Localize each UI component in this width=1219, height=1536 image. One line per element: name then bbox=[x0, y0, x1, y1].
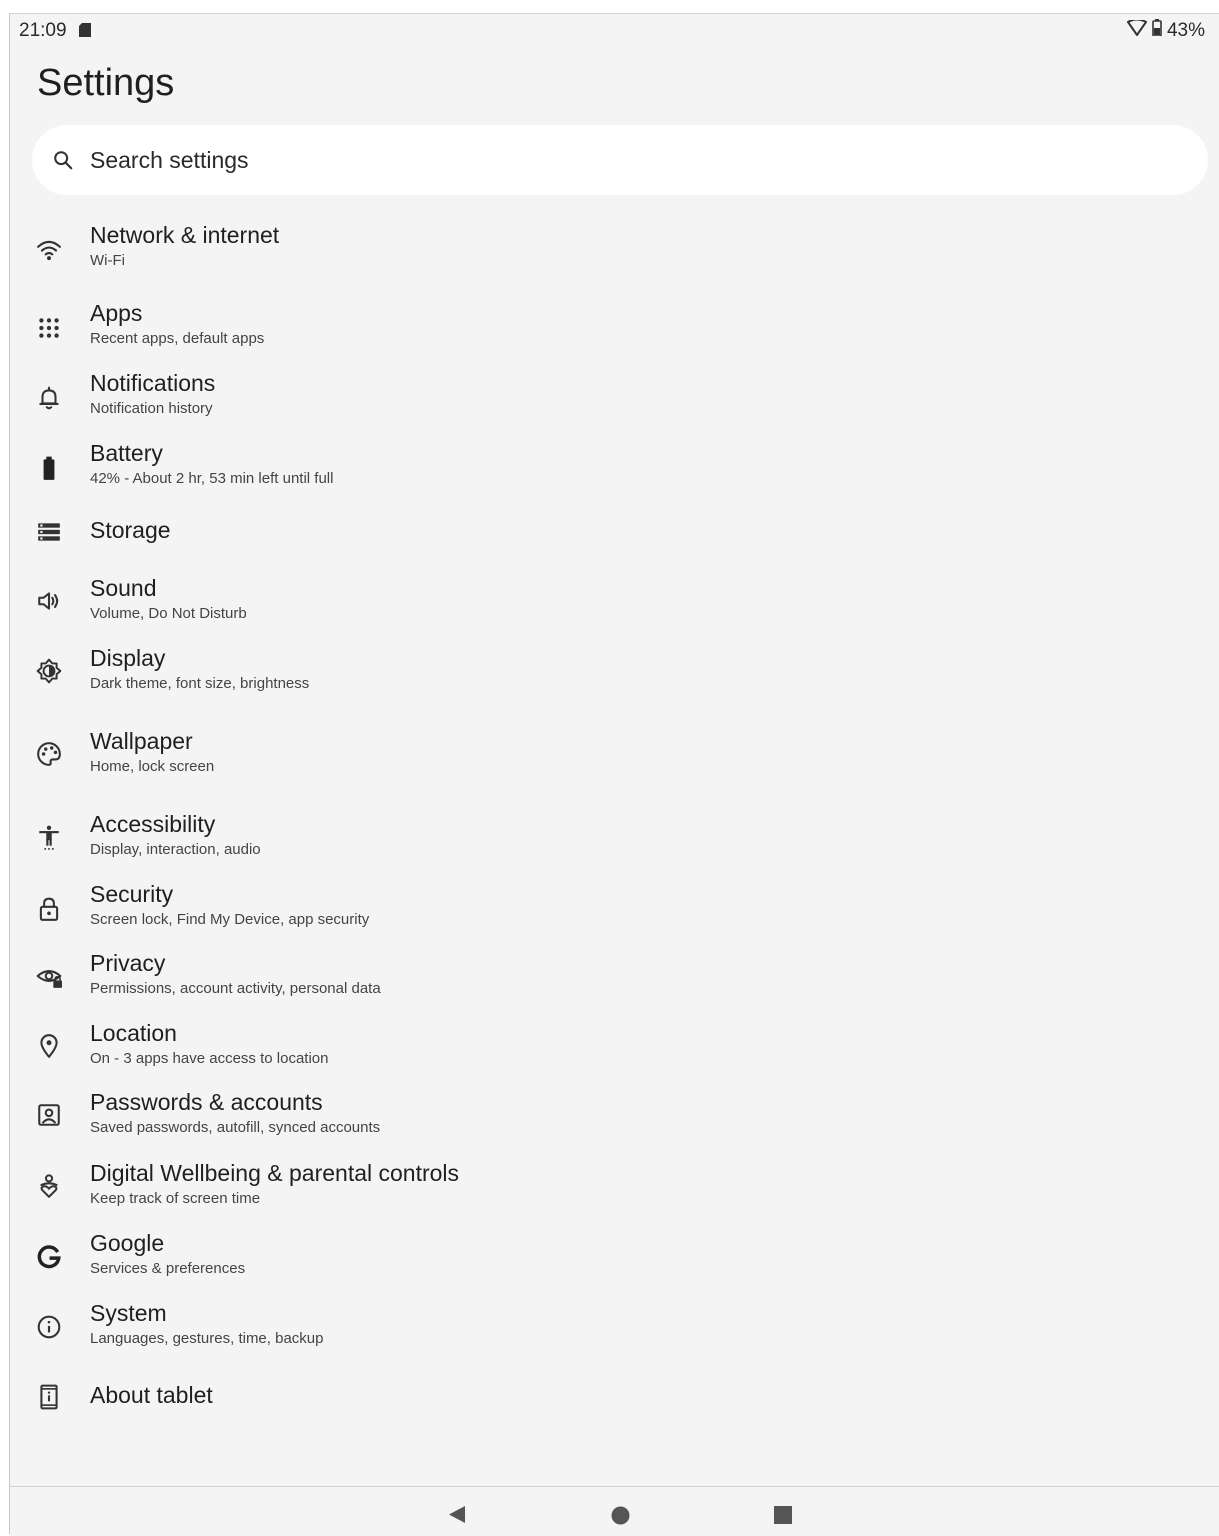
settings-item-storage[interactable]: Storage bbox=[10, 514, 1219, 550]
item-title: Digital Wellbeing & parental controls bbox=[90, 1160, 460, 1186]
bell-icon bbox=[36, 385, 62, 411]
item-title: Apps bbox=[90, 300, 143, 326]
item-summary: Screen lock, Find My Device, app securit… bbox=[90, 911, 370, 928]
item-summary: 42% - About 2 hr, 53 min left until full bbox=[90, 470, 334, 487]
settings-item-about[interactable]: About tablet bbox=[10, 1379, 1219, 1415]
item-title: Display bbox=[90, 645, 166, 671]
item-summary: Wi-Fi bbox=[90, 252, 125, 269]
settings-item-google[interactable]: Google Services & preferences bbox=[10, 1227, 1219, 1291]
item-summary: Notification history bbox=[90, 400, 213, 417]
palette-icon bbox=[36, 741, 62, 767]
wifi-icon bbox=[36, 237, 62, 263]
settings-item-sound[interactable]: Sound Volume, Do Not Disturb bbox=[10, 572, 1219, 636]
wellbeing-icon bbox=[36, 1173, 62, 1199]
location-pin-icon bbox=[36, 1033, 62, 1059]
item-title: Privacy bbox=[90, 950, 166, 976]
settings-item-battery[interactable]: Battery 42% - About 2 hr, 53 min left un… bbox=[10, 437, 1219, 501]
sd-card-icon bbox=[79, 23, 91, 42]
item-summary: Keep track of screen time bbox=[90, 1190, 261, 1207]
item-summary: Languages, gestures, time, backup bbox=[90, 1330, 324, 1347]
item-summary: Home, lock screen bbox=[90, 758, 215, 775]
battery-icon bbox=[36, 455, 62, 481]
search-icon bbox=[54, 151, 73, 170]
item-title: Location bbox=[90, 1020, 177, 1046]
item-summary: Dark theme, font size, brightness bbox=[90, 675, 310, 692]
wifi-status-icon bbox=[1126, 18, 1147, 42]
account-box-icon bbox=[36, 1102, 62, 1128]
settings-screen: 21:09 43% Settings Network & intern bbox=[9, 13, 1219, 1536]
speaker-icon bbox=[36, 588, 62, 614]
eye-lock-icon bbox=[36, 963, 62, 989]
page-title: Settings bbox=[37, 62, 175, 104]
item-summary: Services & preferences bbox=[90, 1260, 246, 1277]
item-summary: On - 3 apps have access to location bbox=[90, 1050, 329, 1067]
item-title: Passwords & accounts bbox=[90, 1089, 323, 1115]
settings-item-network[interactable]: Network & internet Wi-Fi bbox=[10, 219, 1219, 283]
back-icon[interactable] bbox=[448, 1505, 466, 1529]
recents-icon[interactable] bbox=[774, 1506, 792, 1529]
item-title: Battery bbox=[90, 440, 163, 466]
settings-item-accounts[interactable]: Passwords & accounts Saved passwords, au… bbox=[10, 1086, 1219, 1150]
storage-icon bbox=[36, 519, 62, 545]
info-icon bbox=[36, 1314, 62, 1340]
battery-status-icon bbox=[1152, 19, 1162, 42]
item-summary: Permissions, account activity, personal … bbox=[90, 980, 381, 997]
settings-item-notifications[interactable]: Notifications Notification history bbox=[10, 367, 1219, 431]
item-title: System bbox=[90, 1300, 167, 1326]
search-bar[interactable] bbox=[32, 125, 1208, 195]
item-title: Google bbox=[90, 1230, 165, 1256]
settings-item-system[interactable]: System Languages, gestures, time, backup bbox=[10, 1297, 1219, 1361]
google-g-icon bbox=[36, 1244, 62, 1270]
item-summary: Display, interaction, audio bbox=[90, 841, 261, 858]
settings-item-privacy[interactable]: Privacy Permissions, account activity, p… bbox=[10, 947, 1219, 1011]
item-title: Network & internet bbox=[90, 222, 280, 248]
accessibility-icon bbox=[36, 824, 62, 850]
item-title: Storage bbox=[90, 517, 171, 543]
settings-item-display[interactable]: Display Dark theme, font size, brightnes… bbox=[10, 642, 1219, 706]
battery-percent: 43% bbox=[1166, 19, 1205, 41]
tablet-info-icon bbox=[36, 1384, 62, 1410]
settings-item-wallpaper[interactable]: Wallpaper Home, lock screen bbox=[10, 725, 1219, 789]
lock-icon bbox=[36, 896, 62, 922]
status-time: 21:09 bbox=[19, 20, 67, 41]
item-title: Security bbox=[90, 881, 174, 907]
settings-item-apps[interactable]: Apps Recent apps, default apps bbox=[10, 297, 1219, 361]
item-summary: Recent apps, default apps bbox=[90, 330, 265, 347]
navigation-bar bbox=[10, 1486, 1219, 1536]
settings-item-wellbeing[interactable]: Digital Wellbeing & parental controls Ke… bbox=[10, 1157, 1219, 1221]
item-title: Sound bbox=[90, 575, 157, 601]
apps-grid-icon bbox=[36, 315, 62, 341]
settings-item-security[interactable]: Security Screen lock, Find My Device, ap… bbox=[10, 878, 1219, 942]
settings-item-accessibility[interactable]: Accessibility Display, interaction, audi… bbox=[10, 808, 1219, 872]
item-title: Accessibility bbox=[90, 811, 216, 837]
brightness-icon bbox=[36, 658, 62, 684]
home-icon[interactable] bbox=[611, 1506, 630, 1530]
settings-item-location[interactable]: Location On - 3 apps have access to loca… bbox=[10, 1017, 1219, 1081]
status-bar: 21:09 43% bbox=[10, 14, 1219, 46]
search-input[interactable] bbox=[88, 145, 992, 175]
item-summary: Saved passwords, autofill, synced accoun… bbox=[90, 1119, 381, 1136]
item-title: About tablet bbox=[90, 1382, 213, 1408]
item-summary: Volume, Do Not Disturb bbox=[90, 605, 247, 622]
status-indicators: 43% bbox=[1126, 18, 1205, 42]
item-title: Notifications bbox=[90, 370, 216, 396]
item-title: Wallpaper bbox=[90, 728, 193, 754]
